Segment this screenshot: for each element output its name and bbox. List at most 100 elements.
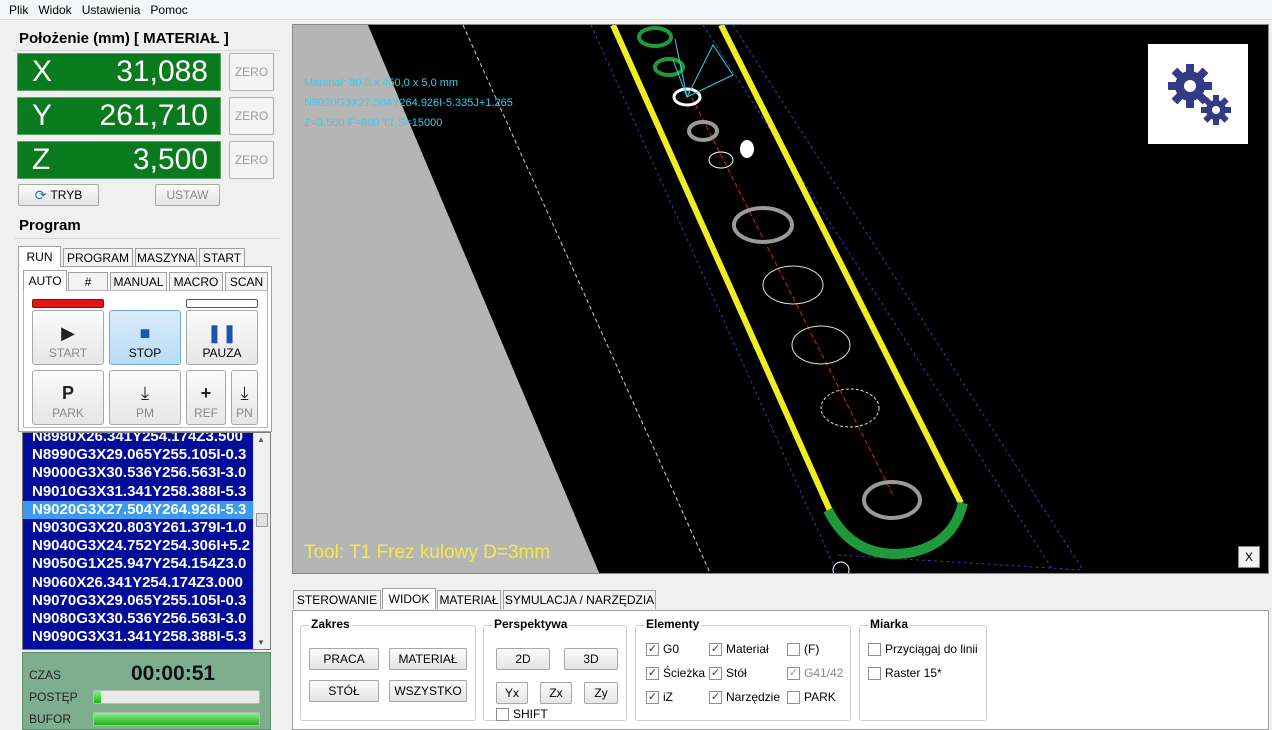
postep-label: POSTĘP xyxy=(29,690,78,704)
list-item[interactable]: N9080G3X30.536Y256.563I-3.0 xyxy=(23,610,255,628)
list-item[interactable]: N9040G3X24.752Y254.306I+5.2 xyxy=(23,537,255,555)
checkbox-box[interactable] xyxy=(787,690,800,704)
list-item[interactable]: N9010G3X31.341Y258.388I-5.3 xyxy=(23,483,255,501)
check-icon[interactable]: ✓ xyxy=(646,642,659,656)
checkbox-box[interactable] xyxy=(868,666,881,680)
tab-program[interactable]: PROGRAM xyxy=(63,248,133,267)
check-icon[interactable]: ✓ xyxy=(787,666,800,680)
view-3d-button[interactable]: 3D xyxy=(564,648,618,670)
sciezka-label: Ścieżka xyxy=(663,666,706,680)
check-icon[interactable]: ✓ xyxy=(709,690,722,704)
list-item[interactable]: N9070G3X29.065Y255.105I-0.3 xyxy=(23,592,255,610)
subtab-manual[interactable]: MANUAL xyxy=(110,272,167,291)
tab-widok[interactable]: WIDOK xyxy=(382,588,436,609)
cut-circle xyxy=(732,206,794,244)
pn-button[interactable]: ⤓ PN xyxy=(231,370,258,425)
zero-x-button[interactable]: ZERO xyxy=(229,53,274,91)
position-title: Położenie (mm) [ MATERIAŁ ] xyxy=(19,30,229,47)
view-zx-button[interactable]: Zx xyxy=(540,682,572,704)
menu-pomoc[interactable]: Pomoc xyxy=(150,3,187,17)
divider xyxy=(14,50,280,51)
tab-symulacja[interactable]: SYMULACJA / NARZĘDZIA xyxy=(503,590,656,609)
view-2d-button[interactable]: 2D xyxy=(496,648,550,670)
park-checkbox[interactable]: PARK xyxy=(787,690,836,704)
park-label: PARK xyxy=(804,690,836,704)
subtab-auto[interactable]: AUTO xyxy=(23,270,67,291)
start-button[interactable]: ▶ START xyxy=(32,310,104,365)
divider xyxy=(14,238,280,239)
toolpath-view[interactable]: Materiał: 80,0 x 450,0 x 5,0 mm N9020G3X… xyxy=(292,24,1269,574)
park-button[interactable]: P PARK xyxy=(32,370,104,425)
iz-checkbox[interactable]: ✓ iZ xyxy=(646,690,673,704)
x-readout: X 31,088 xyxy=(17,53,221,91)
list-item[interactable]: N8980X26.341Y254.174Z3.500 xyxy=(23,433,255,446)
list-item[interactable]: N9030G3X20.803Y261.379I-1.0 xyxy=(23,519,255,537)
iz-label: iZ xyxy=(663,690,673,704)
left-panel: Położenie (mm) [ MATERIAŁ ] X 31,088 ZER… xyxy=(0,20,284,730)
g4142-checkbox[interactable]: ✓ G41/42 xyxy=(787,666,843,680)
list-item[interactable]: N9000G3X30.536Y256.563I-3.0 xyxy=(23,464,255,482)
g0-checkbox[interactable]: ✓ G0 xyxy=(646,642,679,656)
tab-material[interactable]: MATERIAŁ xyxy=(437,590,501,609)
cut-circle xyxy=(862,480,922,520)
list-item[interactable]: N8990G3X29.065Y255.105I-0.3 xyxy=(23,446,255,464)
narzedzie-checkbox[interactable]: ✓ Narzędzie xyxy=(709,690,780,704)
check-icon[interactable]: ✓ xyxy=(709,666,722,680)
cut-circle xyxy=(820,388,880,428)
stol-button[interactable]: STÓŁ xyxy=(309,680,379,702)
scroll-up-icon[interactable]: ▲ xyxy=(257,435,265,444)
tab-run[interactable]: RUN xyxy=(18,246,61,267)
list-item[interactable]: N9090G3X31.341Y258.388I-5.3 xyxy=(23,628,255,646)
refresh-icon: ⟳ xyxy=(34,186,47,203)
checkbox-box[interactable] xyxy=(787,642,800,656)
wszystko-button[interactable]: WSZYSTKO xyxy=(389,680,467,702)
scroll-down-icon[interactable]: ▼ xyxy=(257,638,265,647)
f-label: (F) xyxy=(804,642,820,656)
gcode-scrollbar[interactable]: ▲ ▼ xyxy=(253,433,270,649)
tryb-button[interactable]: ⟳ TRYB xyxy=(18,184,99,206)
list-item[interactable]: N9060X26.341Y254.174Z3.000 xyxy=(23,574,255,592)
perspektywa-title: Perspektywa xyxy=(492,617,570,631)
check-icon[interactable]: ✓ xyxy=(709,642,722,656)
pn-label: PN xyxy=(236,406,253,420)
stop-button[interactable]: ■ STOP xyxy=(109,310,181,365)
ustaw-button[interactable]: USTAW xyxy=(155,184,220,206)
material-button[interactable]: MATERIAŁ xyxy=(389,648,467,670)
pause-icon: ❚❚ xyxy=(206,323,238,343)
subtab-macro[interactable]: MACRO xyxy=(169,272,223,291)
material-checkbox[interactable]: ✓ Materiał xyxy=(709,642,769,656)
gcode-list[interactable]: N8980X26.341Y254.174Z3.500 N8990G3X29.06… xyxy=(22,432,271,650)
raster-checkbox[interactable]: Raster 15* xyxy=(868,666,942,680)
list-item[interactable]: N9050G1X25.947Y254.154Z3.0 xyxy=(23,555,255,573)
zero-z-button[interactable]: ZERO xyxy=(229,141,274,179)
settings-button[interactable] xyxy=(1148,44,1248,144)
subtab-hash[interactable]: # xyxy=(68,272,108,291)
menu-plik[interactable]: Plik xyxy=(9,3,28,17)
list-item-selected[interactable]: N9020G3X27.504Y264.926I-5.3 xyxy=(23,500,255,519)
checkbox-box[interactable] xyxy=(868,642,881,656)
tab-sterowanie[interactable]: STEROWANIE xyxy=(293,590,381,609)
run-indicator-red xyxy=(32,299,104,308)
pm-button[interactable]: ⤓ PM xyxy=(109,370,181,425)
f-checkbox[interactable]: (F) xyxy=(787,642,819,656)
subtab-scan[interactable]: SCAN xyxy=(225,272,268,291)
view-yx-button[interactable]: Yx xyxy=(496,682,528,704)
tab-start[interactable]: START xyxy=(199,248,245,267)
view-zy-button[interactable]: Zy xyxy=(584,682,618,704)
sciezka-checkbox[interactable]: ✓ Ścieżka xyxy=(646,666,705,680)
scroll-thumb[interactable] xyxy=(256,513,268,527)
checkbox-box[interactable] xyxy=(496,707,509,721)
check-icon[interactable]: ✓ xyxy=(646,666,659,680)
ref-button[interactable]: + REF xyxy=(186,370,226,425)
menu-widok[interactable]: Widok xyxy=(38,3,71,17)
tab-maszyna[interactable]: MASZYNA xyxy=(135,248,197,267)
check-icon[interactable]: ✓ xyxy=(646,690,659,704)
zero-y-button[interactable]: ZERO xyxy=(229,97,274,135)
praca-button[interactable]: PRACA xyxy=(309,648,379,670)
shift-checkbox[interactable]: SHIFT xyxy=(496,707,548,721)
przyciagaj-checkbox[interactable]: Przyciągaj do linii xyxy=(868,642,978,656)
close-view-button[interactable]: X xyxy=(1238,546,1260,568)
stol-checkbox[interactable]: ✓ Stół xyxy=(709,666,747,680)
menu-ustawienia[interactable]: Ustawienia xyxy=(82,3,141,17)
pauza-button[interactable]: ❚❚ PAUZA xyxy=(186,310,258,365)
